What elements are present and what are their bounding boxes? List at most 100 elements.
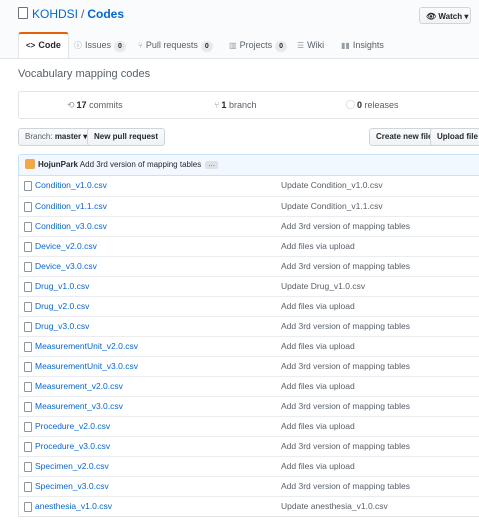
file-icon bbox=[24, 222, 32, 232]
file-name-link[interactable]: Condition_v1.1.csv bbox=[35, 197, 107, 216]
branch-label: branch bbox=[228, 100, 257, 110]
history-icon: ⟲ bbox=[67, 100, 75, 110]
file-name-link[interactable]: Procedure_v3.0.csv bbox=[35, 437, 110, 456]
commits-label: commits bbox=[89, 100, 123, 110]
file-name-link[interactable]: Specimen_v2.0.csv bbox=[35, 457, 109, 476]
commit-message[interactable]: Add 3rd version of mapping tables bbox=[80, 160, 201, 169]
new-pull-request-button[interactable]: New pull request bbox=[87, 128, 166, 146]
releases-count: 0 bbox=[357, 100, 363, 110]
repo-separator: / bbox=[81, 7, 85, 21]
file-icon bbox=[24, 202, 32, 212]
commit-message-link[interactable]: Add 3rd version of mapping tables bbox=[281, 397, 410, 416]
file-name-link[interactable]: Measurement_v3.0.csv bbox=[35, 397, 123, 416]
branch-select-button[interactable]: Branch: master ▾ bbox=[18, 128, 95, 146]
tab-projects[interactable]: ▥ Projects 0 bbox=[229, 33, 287, 58]
file-icon bbox=[24, 342, 32, 352]
file-name-link[interactable]: Procedure_v2.0.csv bbox=[35, 417, 110, 436]
commits-count: 17 bbox=[76, 100, 87, 110]
tab-label: Projects bbox=[239, 40, 273, 50]
file-name-link[interactable]: Device_v2.0.csv bbox=[35, 237, 97, 256]
commit-message-link[interactable]: Add files via upload bbox=[281, 377, 355, 396]
commit-author[interactable]: HojunPark bbox=[38, 160, 78, 169]
commit-message-link[interactable]: Add 3rd version of mapping tables bbox=[281, 257, 410, 276]
tab-pull-requests[interactable]: ⑂ Pull requests 0 bbox=[138, 33, 213, 58]
create-new-file-button[interactable]: Create new file bbox=[369, 128, 440, 146]
repo-description: Vocabulary mapping codes bbox=[18, 68, 151, 80]
file-list: Condition_v1.0.csv Update Condition_v1.0.… bbox=[18, 176, 479, 517]
file-name-link[interactable]: anesthesia_v1.0.csv bbox=[35, 497, 112, 516]
tab-insights[interactable]: ▮▮ Insights bbox=[341, 33, 384, 58]
file-icon bbox=[24, 382, 32, 392]
file-icon bbox=[24, 502, 32, 512]
table-row: Drug_v2.0.csv Add files via upload bbox=[19, 296, 479, 316]
file-icon bbox=[24, 482, 32, 492]
commit-message-link[interactable]: Add 3rd version of mapping tables bbox=[281, 437, 410, 456]
tab-label: Insights bbox=[352, 40, 384, 50]
commit-message-link[interactable]: Add files via upload bbox=[281, 237, 355, 256]
file-icon bbox=[24, 282, 32, 292]
file-icon bbox=[24, 402, 32, 412]
file-icon bbox=[24, 422, 32, 432]
tab-label: Issues bbox=[85, 40, 112, 50]
issues-counter: 0 bbox=[114, 41, 126, 52]
table-row: Procedure_v3.0.csv Add 3rd version of map… bbox=[19, 436, 479, 456]
commit-message-link[interactable]: Update Drug_v1.0.csv bbox=[281, 277, 365, 296]
branch-value: master ▾ bbox=[54, 132, 88, 141]
table-row: Procedure_v2.0.csv Add files via upload bbox=[19, 416, 479, 436]
file-name-link[interactable]: Device_v3.0.csv bbox=[35, 257, 97, 276]
commit-message-link[interactable]: Update Condition_v1.0.csv bbox=[281, 176, 383, 195]
file-name-link[interactable]: Condition_v1.0.csv bbox=[35, 176, 107, 195]
commit-message-link[interactable]: Add files via upload bbox=[281, 457, 355, 476]
file-icon bbox=[24, 322, 32, 332]
file-name-link[interactable]: Measurement_v2.0.csv bbox=[35, 377, 123, 396]
table-row: Measurement_v3.0.csv Add 3rd version of m… bbox=[19, 396, 479, 416]
commits-link[interactable]: ⟲ 17 commits bbox=[67, 92, 123, 118]
commit-message-link[interactable]: Add 3rd version of mapping tables bbox=[281, 477, 410, 496]
repo-name-link[interactable]: Codes bbox=[87, 7, 124, 21]
table-row: Condition_v1.1.csv Update Condition_v1.1.… bbox=[19, 196, 479, 216]
branches-link[interactable]: ⑂ 1 branch bbox=[214, 92, 256, 118]
ellipsis-expander[interactable]: … bbox=[205, 161, 219, 169]
graph-icon: ▮▮ bbox=[341, 41, 350, 50]
file-name-link[interactable]: Drug_v3.0.csv bbox=[35, 317, 89, 336]
file-name-link[interactable]: MeasurementUnit_v2.0.csv bbox=[35, 337, 138, 356]
releases-link[interactable]: ⃝0 releases bbox=[355, 92, 399, 118]
table-row: MeasurementUnit_v3.0.csv Add 3rd version … bbox=[19, 356, 479, 376]
commit-message-link[interactable]: Add files via upload bbox=[281, 417, 355, 436]
commit-message-link[interactable]: Add files via upload bbox=[281, 297, 355, 316]
repo-owner-link[interactable]: KOHDSI bbox=[32, 7, 78, 21]
watch-button[interactable]: 👁 Watch ▾ bbox=[419, 7, 471, 24]
commit-message-link[interactable]: Add 3rd version of mapping tables bbox=[281, 217, 410, 236]
file-icon bbox=[24, 302, 32, 312]
tab-code[interactable]: <> Code bbox=[18, 32, 69, 58]
wiki-icon: ☰ bbox=[297, 41, 305, 50]
commit-message-link[interactable]: Add files via upload bbox=[281, 337, 355, 356]
file-name-link[interactable]: Condition_v3.0.csv bbox=[35, 217, 107, 236]
file-icon bbox=[24, 181, 32, 191]
commit-message-link[interactable]: Add 3rd version of mapping tables bbox=[281, 317, 410, 336]
commit-message-link[interactable]: Update anesthesia_v1.0.csv bbox=[281, 497, 388, 516]
table-row: anesthesia_v1.0.csv Update anesthesia_v1.… bbox=[19, 496, 479, 516]
project-icon: ▥ bbox=[229, 41, 237, 50]
table-row: Specimen_v2.0.csv Add files via upload bbox=[19, 456, 479, 476]
tab-issues[interactable]: ⓘ Issues 0 bbox=[74, 33, 126, 58]
tab-label: Code bbox=[38, 40, 61, 50]
table-row: Condition_v1.0.csv Update Condition_v1.0.… bbox=[19, 176, 479, 196]
commit-message-link[interactable]: Add 3rd version of mapping tables bbox=[281, 357, 410, 376]
file-name-link[interactable]: MeasurementUnit_v3.0.csv bbox=[35, 357, 138, 376]
branch-prefix: Branch: bbox=[25, 132, 53, 141]
pull-requests-counter: 0 bbox=[200, 41, 213, 52]
file-name-link[interactable]: Drug_v1.0.csv bbox=[35, 277, 89, 296]
table-row: Measurement_v2.0.csv Add files via upload bbox=[19, 376, 479, 396]
tab-label: Pull requests bbox=[145, 40, 198, 50]
avatar[interactable] bbox=[25, 159, 35, 169]
file-name-link[interactable]: Specimen_v3.0.csv bbox=[35, 477, 109, 496]
file-name-link[interactable]: Drug_v2.0.csv bbox=[35, 297, 89, 316]
repo-title: KOHDSI / Codes bbox=[18, 7, 124, 21]
pull-request-icon: ⑂ bbox=[138, 41, 143, 50]
repo-icon bbox=[18, 7, 28, 19]
commit-message-link[interactable]: Update Condition_v1.1.csv bbox=[281, 197, 383, 216]
upload-files-button[interactable]: Upload file bbox=[430, 128, 479, 146]
branch-count: 1 bbox=[221, 100, 227, 110]
tab-wiki[interactable]: ☰ Wiki bbox=[297, 33, 324, 58]
